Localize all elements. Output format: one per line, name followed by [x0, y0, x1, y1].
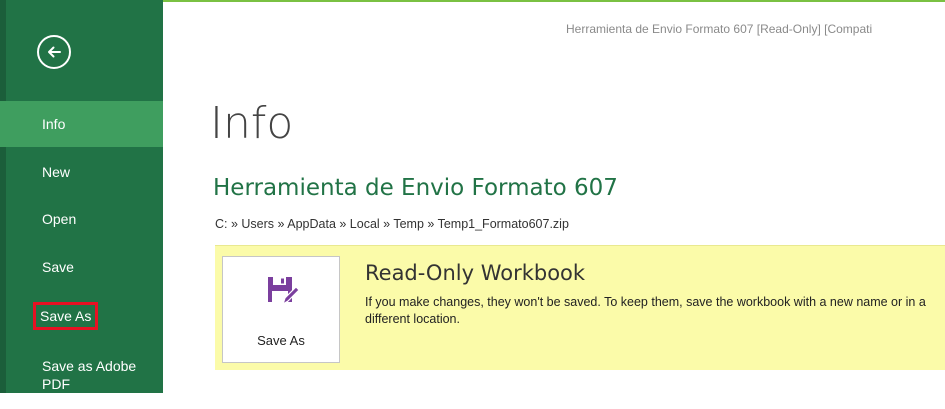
backstage-sidebar: Info New Open Save Save As Save as Adobe… — [0, 0, 163, 393]
document-name: Herramienta de Envio Formato 607 — [213, 175, 618, 201]
read-only-title: Read-Only Workbook — [365, 261, 586, 285]
sidebar-item-label: Save as Adobe PDF — [42, 358, 137, 392]
sidebar-item-label: Open — [42, 211, 77, 227]
sidebar-item-new[interactable]: New — [0, 149, 163, 195]
sidebar-item-info[interactable]: Info — [0, 101, 163, 147]
save-as-icon — [268, 277, 300, 306]
sidebar-item-label: Info — [42, 116, 66, 132]
file-path-breadcrumb: C: » Users » AppData » Local » Temp » Te… — [215, 217, 569, 231]
read-only-notice: Save As Read-Only Workbook If you make c… — [215, 245, 945, 370]
sidebar-item-save-as-adobe-pdf[interactable]: Save as Adobe PDF — [0, 349, 150, 409]
back-arrow-icon — [48, 46, 61, 58]
sidebar-item-label: Save As — [32, 302, 99, 330]
page-title: Info — [210, 98, 294, 149]
save-as-tile-button[interactable]: Save As — [222, 256, 340, 363]
read-only-description: If you make changes, they won't be saved… — [365, 295, 926, 326]
sidebar-item-save[interactable]: Save — [0, 244, 163, 290]
save-as-tile-label: Save As — [257, 333, 305, 348]
sidebar-item-open[interactable]: Open — [0, 196, 163, 242]
window-title: Herramienta de Envio Formato 607 [Read-O… — [566, 22, 873, 36]
sidebar-item-label: Save — [42, 259, 74, 275]
sidebar-item-label: New — [42, 164, 71, 180]
sidebar-item-save-as[interactable]: Save As — [0, 293, 163, 339]
back-button[interactable] — [37, 35, 71, 69]
